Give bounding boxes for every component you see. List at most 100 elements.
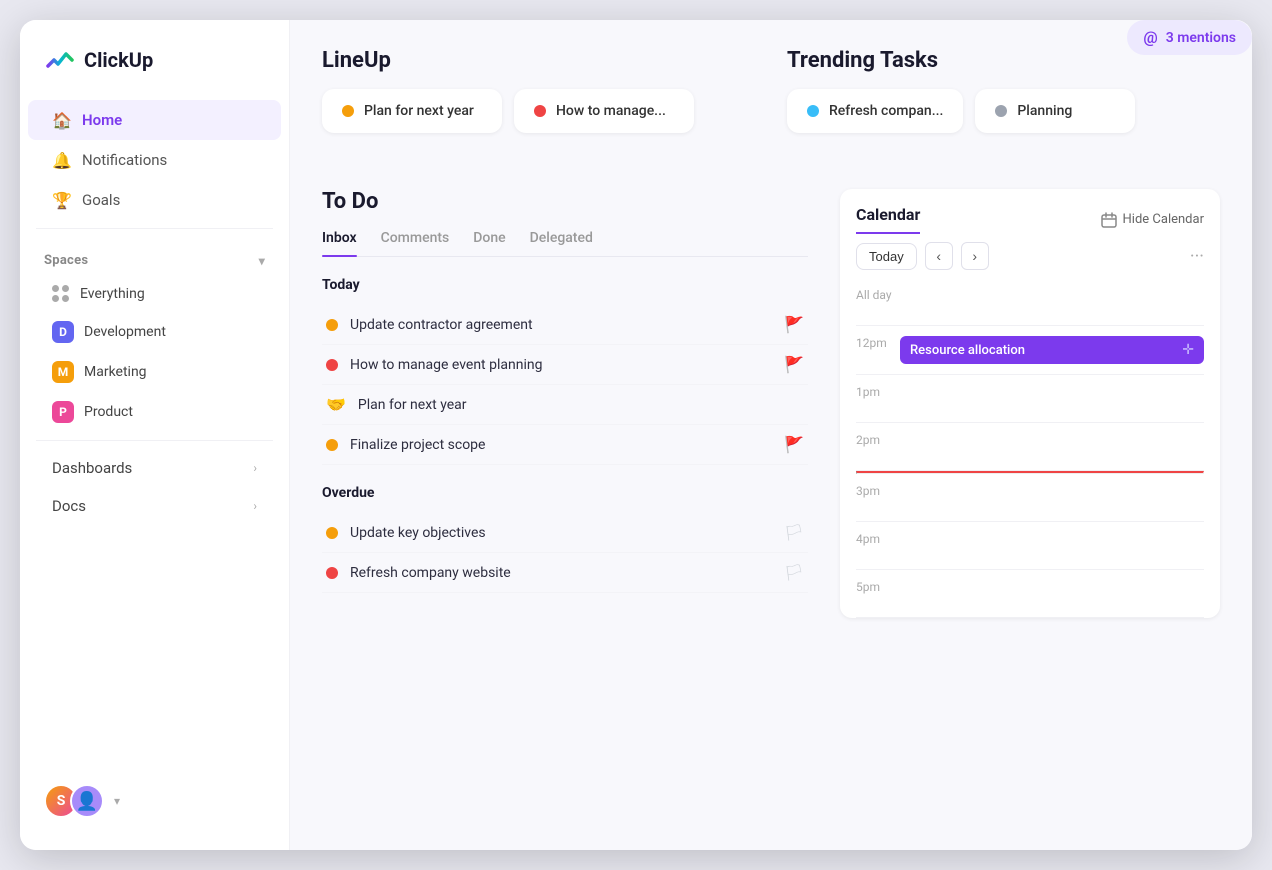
tab-inbox[interactable]: Inbox	[322, 230, 357, 256]
trending-section: Trending Tasks Refresh compan... Plannin…	[787, 48, 1220, 161]
cal-nav: Today ‹ › ···	[840, 234, 1220, 278]
planning-dot	[995, 105, 1007, 117]
task-left-5: Update key objectives	[326, 525, 486, 541]
calendar-panel: Calendar Hide Calendar Today ‹	[840, 189, 1220, 618]
label-1pm: 1pm	[856, 385, 892, 399]
task-update-contractor[interactable]: Update contractor agreement 🚩	[322, 305, 808, 345]
docs-label: Docs	[52, 497, 86, 515]
dashboards-chevron: ›	[253, 461, 257, 475]
allday-row: All day	[856, 278, 1204, 326]
prev-btn[interactable]: ‹	[925, 242, 953, 270]
sidebar-item-product[interactable]: P Product	[28, 392, 281, 432]
sidebar-item-notifications[interactable]: 🔔 Notifications	[28, 140, 281, 180]
lineup-card-manage[interactable]: How to manage...	[514, 89, 694, 133]
bell-icon: 🔔	[52, 150, 72, 170]
logo: ClickUp	[20, 44, 289, 100]
avatar-caret[interactable]: ▾	[114, 794, 120, 808]
development-avatar: D	[52, 321, 74, 343]
allday-label: All day	[856, 288, 892, 302]
label-5pm: 5pm	[856, 580, 892, 594]
next-btn[interactable]: ›	[961, 242, 989, 270]
resource-event[interactable]: Resource allocation ✛	[900, 336, 1204, 364]
label-2pm: 2pm	[856, 433, 892, 447]
task-left-4: Finalize project scope	[326, 437, 485, 453]
sidebar-item-docs[interactable]: Docs ›	[28, 487, 281, 525]
task-emoji-3: 🤝	[326, 395, 346, 414]
hide-calendar-btn[interactable]: Hide Calendar	[1101, 212, 1204, 228]
mentions-label: 3 mentions	[1166, 30, 1236, 46]
tab-comments[interactable]: Comments	[381, 230, 450, 256]
product-label: Product	[84, 404, 133, 420]
home-label: Home	[82, 111, 122, 129]
cal-more-btn[interactable]: ···	[1190, 246, 1204, 267]
lineup-cards: Plan for next year How to manage...	[322, 89, 755, 133]
calendar-top-row: Calendar Hide Calendar	[840, 189, 1220, 234]
goals-label: Goals	[82, 191, 120, 209]
dashboards-label: Dashboards	[52, 459, 132, 477]
flag-5: 🏳	[784, 523, 804, 542]
task-left-2: How to manage event planning	[326, 357, 542, 373]
trending-card-refresh[interactable]: Refresh compan...	[787, 89, 963, 133]
marketing-label: Marketing	[84, 364, 147, 380]
timeslot-2pm: 2pm	[856, 423, 1204, 471]
divider-1	[36, 228, 273, 229]
overdue-group: Overdue Update key objectives 🏳 R	[322, 485, 808, 593]
spaces-chevron[interactable]: ▾	[259, 254, 265, 268]
sidebar-item-everything[interactable]: Everything	[28, 276, 281, 312]
tab-delegated[interactable]: Delegated	[530, 230, 593, 256]
lineup-trending-row: LineUp Plan for next year How to manage.…	[322, 48, 1220, 161]
notifications-label: Notifications	[82, 151, 167, 169]
planning-label: Planning	[1017, 103, 1072, 119]
event-label: Resource allocation	[910, 343, 1025, 358]
task-dot-1	[326, 319, 338, 331]
today-btn[interactable]: Today	[856, 243, 917, 270]
flag-2: 🚩	[784, 355, 804, 374]
label-4pm: 4pm	[856, 532, 892, 546]
task-plan-year[interactable]: 🤝 Plan for next year	[322, 385, 808, 425]
task-manage-event[interactable]: How to manage event planning 🚩	[322, 345, 808, 385]
calendar-title: Calendar	[856, 205, 920, 234]
target-icon: 🏆	[52, 190, 72, 210]
task-dot-4	[326, 439, 338, 451]
refresh-dot	[807, 105, 819, 117]
task-refresh-website[interactable]: Refresh company website 🏳	[322, 553, 808, 593]
sidebar-item-dashboards[interactable]: Dashboards ›	[28, 449, 281, 487]
sidebar-item-home[interactable]: 🏠 Home	[28, 100, 281, 140]
everything-icon	[52, 285, 70, 303]
today-group: Today Update contractor agreement 🚩	[322, 277, 808, 465]
sidebar-item-marketing[interactable]: M Marketing	[28, 352, 281, 392]
sidebar-item-goals[interactable]: 🏆 Goals	[28, 180, 281, 220]
tab-done[interactable]: Done	[473, 230, 505, 256]
task-left-6: Refresh company website	[326, 565, 511, 581]
app-window: ClickUp 🏠 Home 🔔 Notifications 🏆 Goals S…	[20, 20, 1252, 850]
trending-card-planning[interactable]: Planning	[975, 89, 1135, 133]
task-finalize[interactable]: Finalize project scope 🚩	[322, 425, 808, 465]
flag-1: 🚩	[784, 315, 804, 334]
spaces-label: Spaces	[44, 253, 88, 268]
user-avatar-area[interactable]: S 👤 ▾	[20, 768, 289, 834]
avatar-photo: 👤	[70, 784, 104, 818]
docs-chevron: ›	[253, 499, 257, 513]
timeslot-4pm: 4pm	[856, 522, 1204, 570]
task-dot-5	[326, 527, 338, 539]
flag-6: 🏳	[784, 563, 804, 582]
sidebar: ClickUp 🏠 Home 🔔 Notifications 🏆 Goals S…	[20, 20, 290, 850]
sidebar-item-development[interactable]: D Development	[28, 312, 281, 352]
label-12pm: 12pm	[856, 336, 892, 350]
task-name-1: Update contractor agreement	[350, 317, 533, 333]
task-dot-2	[326, 359, 338, 371]
development-label: Development	[84, 324, 166, 340]
trending-cards: Refresh compan... Planning	[787, 89, 1220, 133]
task-update-objectives[interactable]: Update key objectives 🏳	[322, 513, 808, 553]
lineup-card-plan[interactable]: Plan for next year	[322, 89, 502, 133]
task-name-6: Refresh company website	[350, 565, 511, 581]
refresh-label: Refresh compan...	[829, 103, 943, 119]
task-name-2: How to manage event planning	[350, 357, 542, 373]
label-3pm: 3pm	[856, 484, 892, 498]
avatar-group[interactable]: S 👤	[44, 784, 104, 818]
spaces-header: Spaces ▾	[20, 237, 289, 276]
task-name-4: Finalize project scope	[350, 437, 485, 453]
task-dot-6	[326, 567, 338, 579]
marketing-avatar: M	[52, 361, 74, 383]
timeslot-1pm: 1pm	[856, 375, 1204, 423]
